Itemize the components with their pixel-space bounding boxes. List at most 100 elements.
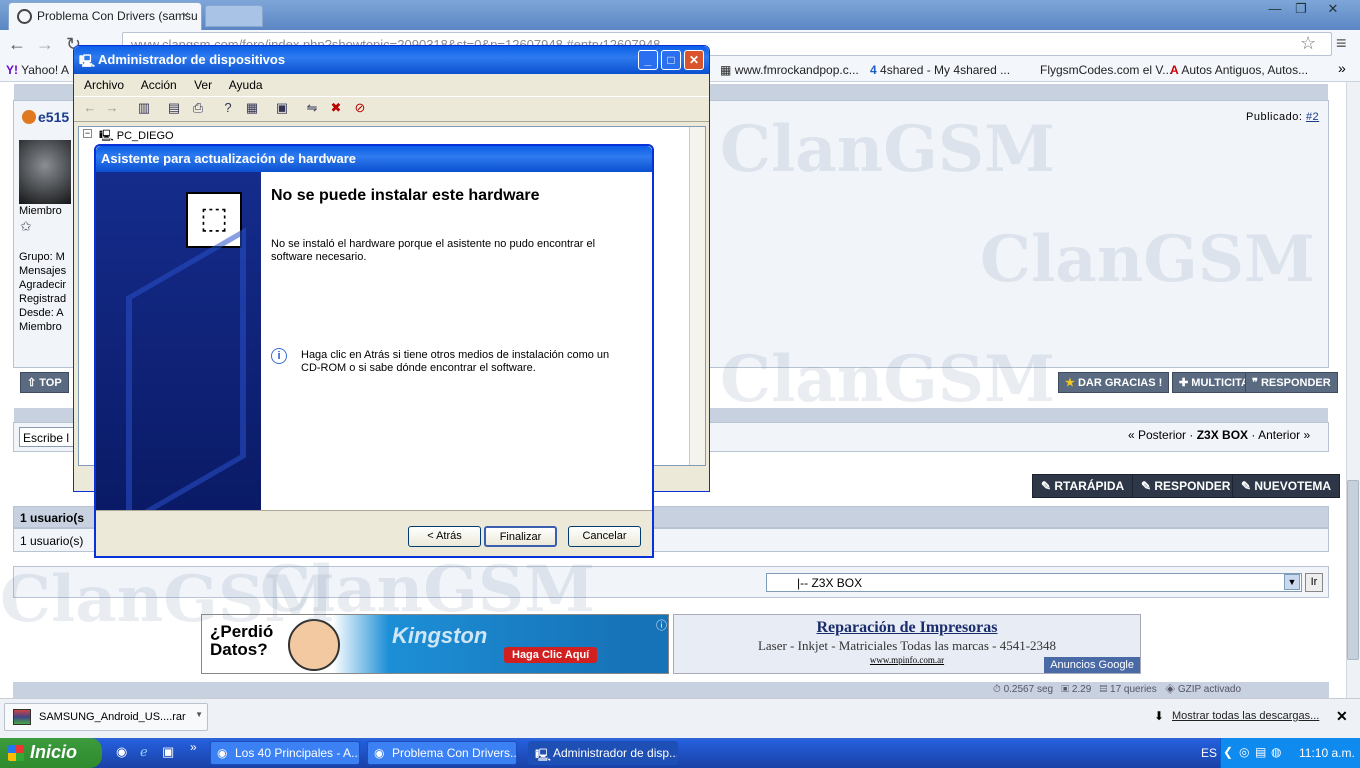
show-all-downloads-link[interactable]: Mostrar todas las descargas... bbox=[1172, 710, 1319, 722]
close-window-button[interactable]: ✕ bbox=[1320, 0, 1346, 18]
bookmark-autos[interactable]: A Autos Antiguos, Autos... bbox=[1170, 63, 1308, 77]
multiquote-button[interactable]: ✚ MULTICITA bbox=[1172, 372, 1256, 393]
top-button[interactable]: ⇧ TOP bbox=[20, 372, 69, 393]
wizard-content: No se puede instalar este hardware No se… bbox=[261, 172, 652, 510]
start-button[interactable]: Inicio bbox=[0, 738, 102, 768]
tree-scrollbar[interactable] bbox=[689, 127, 705, 465]
bookmark-yahoo[interactable]: Y! Yahoo! A bbox=[6, 63, 69, 77]
maximize-window-button[interactable]: ❐ bbox=[1288, 0, 1314, 18]
minimize-window-button[interactable]: — bbox=[1262, 0, 1288, 18]
wizard-message: No se instaló el hardware porque el asis… bbox=[271, 238, 596, 263]
print-icon[interactable]: ⎙ bbox=[190, 100, 206, 116]
reply-button[interactable]: ✎ RESPONDER bbox=[1132, 474, 1240, 498]
security-icon[interactable]: ◍ bbox=[1271, 745, 1281, 759]
cartoon-man-icon bbox=[288, 619, 340, 671]
network-icon[interactable]: ◎ bbox=[1239, 745, 1249, 759]
desktop-quicklaunch-icon[interactable]: ▣ bbox=[162, 744, 174, 760]
wrench-menu-icon[interactable]: ≡ bbox=[1336, 33, 1347, 54]
globe-icon: ▦ bbox=[720, 63, 732, 77]
help-icon[interactable]: ? bbox=[220, 100, 236, 116]
4shared-icon: 4 bbox=[870, 63, 877, 77]
tab-close-icon[interactable]: × bbox=[182, 8, 189, 22]
post-username[interactable]: e515 bbox=[38, 109, 69, 125]
forum-name-link[interactable]: Z3X BOX bbox=[1197, 428, 1248, 442]
menu-ver[interactable]: Ver bbox=[194, 78, 212, 92]
device-manager-titlebar[interactable]: 🖳 Administrador de dispositivos bbox=[74, 46, 709, 74]
wizard-heading: No se puede instalar este hardware bbox=[271, 187, 540, 204]
clock[interactable]: 11:10 a.m. bbox=[1299, 746, 1355, 760]
user-online-icon bbox=[22, 110, 36, 124]
tab-active[interactable]: Problema Con Drivers (samsu bbox=[8, 2, 202, 30]
menu-ayuda[interactable]: Ayuda bbox=[229, 78, 263, 92]
next-topic-link[interactable]: Anterior » bbox=[1258, 428, 1310, 442]
properties-icon[interactable]: ▤ bbox=[166, 100, 182, 116]
post-number-link[interactable]: #2 bbox=[1306, 111, 1319, 123]
forward-arrow-icon[interactable]: → bbox=[36, 34, 54, 55]
tree-collapse-icon[interactable]: − bbox=[83, 129, 92, 138]
ad1-text: ¿Perdió Datos? bbox=[210, 622, 274, 659]
prev-topic-link[interactable]: « Posterior bbox=[1128, 428, 1186, 442]
thanks-button[interactable]: ★ DAR GRACIAS ! bbox=[1058, 372, 1170, 393]
language-indicator[interactable]: ES bbox=[1201, 746, 1217, 760]
update-driver-icon[interactable]: ⇋ bbox=[304, 100, 320, 116]
bookmarks-overflow-icon[interactable]: » bbox=[1338, 60, 1346, 76]
quicklaunch-overflow-icon[interactable]: » bbox=[190, 740, 197, 754]
bookmark-star-icon[interactable]: ☆ bbox=[1300, 33, 1316, 54]
forward-icon[interactable]: → bbox=[104, 100, 120, 116]
dm-maximize-button[interactable]: □ bbox=[661, 50, 681, 70]
reply-small-button[interactable]: ❞ RESPONDER bbox=[1245, 372, 1338, 393]
bookmark-4shared[interactable]: 4 4shared - My 4shared ... bbox=[870, 63, 1010, 77]
wizard-info-text: Haga clic en Atrás si tiene otros medios… bbox=[301, 349, 610, 374]
chevron-down-icon[interactable]: ▼ bbox=[1284, 574, 1300, 590]
forum-jump-select[interactable]: |-- Z3X BOX bbox=[766, 573, 1302, 592]
ie-quicklaunch-icon[interactable]: ℯ bbox=[140, 744, 148, 760]
ad2-title[interactable]: Reparación de Impresoras bbox=[674, 619, 1140, 637]
bookmark-flygsm[interactable]: FlygsmCodes.com el V... bbox=[1040, 63, 1172, 77]
back-arrow-icon[interactable]: ← bbox=[8, 34, 26, 55]
chrome-quicklaunch-icon[interactable]: ◉ bbox=[116, 744, 127, 760]
kingston-ad[interactable]: ¿Perdió Datos? Kingston Haga Clic Aquí ⓘ bbox=[201, 614, 669, 674]
ad-info-icon[interactable]: ⓘ bbox=[656, 617, 667, 633]
fast-reply-button[interactable]: ✎ RTARÁPIDA bbox=[1032, 474, 1134, 498]
disable-icon[interactable]: ⊘ bbox=[352, 100, 368, 116]
tray-chevron-icon[interactable]: ❮ bbox=[1223, 745, 1233, 759]
show-hide-tree-icon[interactable]: ▥ bbox=[136, 100, 152, 116]
download-arrow-icon: ⬇ bbox=[1154, 709, 1165, 723]
ad-badge[interactable]: Anuncios Google bbox=[1044, 657, 1140, 673]
profile-info: Grupo: M Mensajes Agradecir Registrad Desde:… bbox=[19, 251, 67, 333]
new-topic-button[interactable]: ✎ NUEVOTEMA bbox=[1232, 474, 1341, 498]
uninstall-icon[interactable]: ✖ bbox=[328, 100, 344, 116]
task-device-manager[interactable]: 🖳 Administrador de disp... bbox=[528, 741, 678, 765]
close-downloads-icon[interactable]: ✕ bbox=[1336, 708, 1348, 725]
bookmark-fmrock[interactable]: ▦ www.fmrockandpop.c... bbox=[720, 63, 859, 77]
system-tray: ES ❮ ◎ ▤ ◍ 11:10 a.m. bbox=[1201, 738, 1360, 768]
dm-minimize-button[interactable]: _ bbox=[638, 50, 658, 70]
scrollbar-thumb[interactable] bbox=[1347, 480, 1359, 660]
windows-logo-icon bbox=[8, 745, 24, 761]
view-icon[interactable]: ▦ bbox=[244, 100, 260, 116]
footer-stats: ⏱ 0.2567 seg ▣ 2.29 ▤ 17 queries ◈ GZIP … bbox=[13, 682, 1329, 698]
tab-title: Problema Con Drivers (samsu bbox=[37, 9, 198, 23]
published-label: Publicado: #2 bbox=[1246, 111, 1320, 123]
back-button[interactable]: < Atrás bbox=[408, 526, 481, 547]
download-item[interactable]: SAMSUNG_Android_US....rar ▼ bbox=[4, 703, 208, 731]
member-title: Miembro bbox=[19, 205, 62, 217]
cancel-button[interactable]: Cancelar bbox=[568, 526, 641, 547]
task-problema-drivers[interactable]: ◉ Problema Con Drivers... bbox=[367, 741, 517, 765]
new-tab-button[interactable] bbox=[205, 5, 263, 27]
menu-archivo[interactable]: Archivo bbox=[84, 78, 124, 92]
chrome-icon: ◉ bbox=[374, 746, 385, 760]
quick-search-input[interactable]: Escribe l bbox=[19, 427, 79, 447]
finish-button[interactable]: Finalizar bbox=[484, 526, 557, 547]
wizard-titlebar[interactable]: Asistente para actualización de hardware bbox=[96, 146, 652, 172]
go-button[interactable]: Ir bbox=[1305, 573, 1323, 592]
dm-close-button[interactable]: ✕ bbox=[684, 50, 704, 70]
scan-hardware-icon[interactable]: ▣ bbox=[274, 100, 290, 116]
back-icon[interactable]: ← bbox=[82, 100, 98, 116]
task-los40[interactable]: ◉ Los 40 Principales - A... bbox=[210, 741, 360, 765]
menu-accion[interactable]: Acción bbox=[141, 78, 177, 92]
volume-icon[interactable]: ▤ bbox=[1255, 745, 1266, 759]
printer-repair-ad[interactable]: Reparación de Impresoras Laser - Inkjet … bbox=[673, 614, 1141, 674]
ad1-cta-button[interactable]: Haga Clic Aquí bbox=[504, 647, 598, 663]
download-menu-chevron-icon[interactable]: ▼ bbox=[195, 710, 203, 719]
